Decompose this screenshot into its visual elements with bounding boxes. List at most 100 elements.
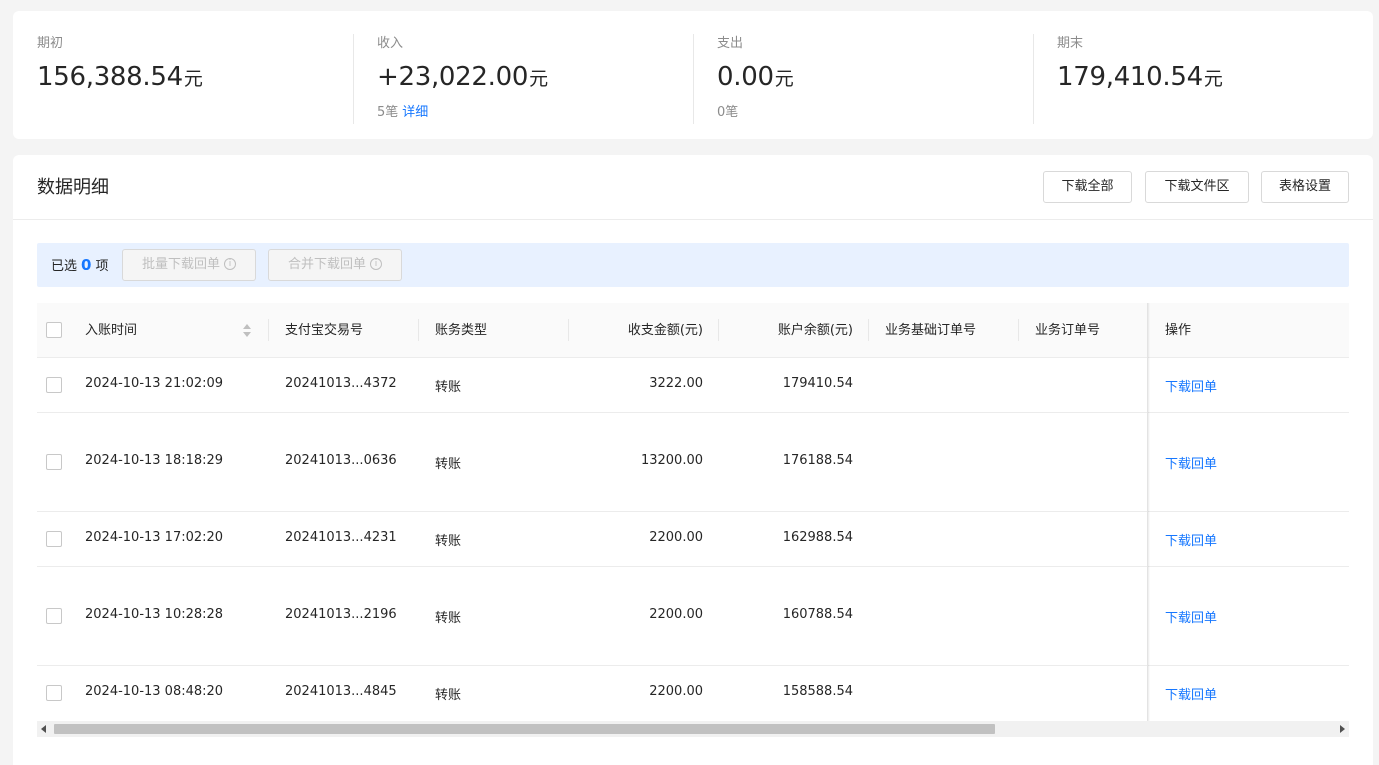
download-receipt-link[interactable]: 下载回单 — [1165, 530, 1217, 549]
stat-income-count: 5笔 — [377, 105, 399, 120]
download-files-button[interactable]: 下载文件区 — [1145, 171, 1249, 203]
stat-expense-sub: 0笔 — [717, 104, 1057, 122]
scrollbar-thumb[interactable] — [54, 724, 995, 734]
cell-time: 2024-10-13 10:28:28 — [85, 607, 224, 622]
cell-trade-no: 20241013...2196 — [285, 607, 397, 622]
col-balance: 账户余额(元) — [777, 323, 853, 338]
column-divider — [418, 319, 419, 341]
scroll-left-arrow-icon[interactable] — [41, 725, 46, 733]
download-receipt-link[interactable]: 下载回单 — [1165, 376, 1217, 395]
cell-amount: 3222.00 — [649, 376, 703, 391]
column-divider — [868, 319, 869, 341]
column-divider — [718, 319, 719, 341]
table-row: 2024-10-13 17:02:20 20241013...4231 转账 2… — [37, 512, 1349, 567]
selection-status: 已选 0 项 — [51, 255, 108, 274]
scroll-right-arrow-icon[interactable] — [1340, 725, 1345, 733]
column-divider — [568, 319, 569, 341]
stat-expense-value: 0.00元 — [717, 60, 1057, 96]
merge-download-button[interactable]: 合并下载回单 i — [268, 249, 402, 281]
summary-card: 期初 156,388.54元 收入 +23,022.00元 5笔 详细 支出 0.… — [13, 11, 1373, 139]
fixed-column-shadow — [1148, 303, 1150, 723]
cell-balance: 158588.54 — [782, 684, 853, 699]
stat-closing-unit: 元 — [1203, 68, 1223, 90]
sort-down-icon — [243, 332, 251, 337]
download-receipt-link[interactable]: 下载回单 — [1165, 453, 1217, 472]
stat-divider — [353, 34, 354, 124]
stat-opening-unit: 元 — [183, 68, 203, 90]
stat-opening: 期初 156,388.54元 — [37, 34, 377, 124]
row-checkbox[interactable] — [46, 685, 62, 701]
stat-closing-label: 期末 — [1057, 36, 1084, 51]
cell-trade-no: 20241013...4231 — [285, 530, 397, 545]
column-divider — [268, 319, 269, 341]
stat-closing: 期末 179,410.54元 — [1033, 34, 1379, 124]
row-checkbox[interactable] — [46, 454, 62, 470]
batch-download-label: 批量下载回单 — [141, 257, 220, 272]
cell-trade-no: 20241013...4845 — [285, 684, 397, 699]
stat-closing-value: 179,410.54元 — [1057, 60, 1379, 96]
table-header: 入账时间 支付宝交易号 账务类型 收支金额(元) 账户余额(元) 业务基础订单号… — [37, 303, 1349, 358]
cell-time: 2024-10-13 21:02:09 — [85, 376, 224, 391]
batch-download-button[interactable]: 批量下载回单 i — [122, 249, 256, 281]
sort-icon[interactable] — [243, 324, 251, 338]
cell-type: 转账 — [435, 457, 462, 472]
selection-bar: 已选 0 项 批量下载回单 i 合并下载回单 i — [37, 243, 1349, 287]
stat-income-label: 收入 — [377, 36, 404, 51]
download-all-button[interactable]: 下载全部 — [1043, 171, 1132, 203]
selection-suffix: 项 — [95, 259, 109, 274]
cell-balance: 176188.54 — [782, 453, 853, 468]
cell-trade-no: 20241013...4372 — [285, 376, 397, 391]
cell-time: 2024-10-13 17:02:20 — [85, 530, 224, 545]
info-icon: i — [224, 257, 236, 270]
income-detail-link[interactable]: 详细 — [402, 105, 428, 120]
cell-type: 转账 — [435, 534, 462, 549]
row-checkbox[interactable] — [46, 531, 62, 547]
table-row: 2024-10-13 08:48:20 20241013...4845 转账 2… — [37, 666, 1349, 723]
stat-expense-unit: 元 — [774, 68, 794, 90]
panel-title: 数据明细 — [37, 177, 109, 198]
column-divider — [1018, 319, 1019, 341]
table-row: 2024-10-13 18:18:29 20241013...0636 转账 1… — [37, 413, 1349, 512]
cell-amount: 13200.00 — [640, 453, 703, 468]
cell-balance: 160788.54 — [782, 607, 853, 622]
cell-balance: 179410.54 — [782, 376, 853, 391]
col-action: 操作 — [1165, 323, 1192, 338]
row-checkbox[interactable] — [46, 377, 62, 393]
row-checkbox[interactable] — [46, 608, 62, 624]
cell-time: 2024-10-13 08:48:20 — [85, 684, 224, 699]
table-settings-button[interactable]: 表格设置 — [1261, 171, 1349, 203]
stat-income-sub: 5笔 详细 — [377, 104, 717, 122]
sort-up-icon — [243, 324, 251, 329]
horizontal-scrollbar[interactable] — [37, 721, 1349, 737]
col-type: 账务类型 — [435, 323, 488, 338]
col-amount: 收支金额(元) — [627, 323, 703, 338]
stat-expense-label: 支出 — [717, 36, 744, 51]
stat-closing-amount: 179,410.54 — [1057, 62, 1203, 92]
stat-expense-count: 0笔 — [717, 105, 739, 120]
select-all-checkbox[interactable] — [46, 322, 62, 338]
stat-opening-label: 期初 — [37, 36, 64, 51]
download-receipt-link[interactable]: 下载回单 — [1165, 684, 1217, 703]
stat-expense: 支出 0.00元 0笔 — [693, 34, 1057, 124]
cell-type: 转账 — [435, 380, 462, 395]
stat-opening-value: 156,388.54元 — [37, 60, 377, 96]
cell-amount: 2200.00 — [649, 607, 703, 622]
selection-count: 0 — [81, 256, 92, 274]
stat-divider — [1033, 34, 1034, 124]
table-row: 2024-10-13 21:02:09 20241013...4372 转账 3… — [37, 358, 1349, 413]
cell-amount: 2200.00 — [649, 530, 703, 545]
cell-balance: 162988.54 — [782, 530, 853, 545]
stat-income-amount: +23,022.00 — [377, 62, 529, 92]
stat-opening-amount: 156,388.54 — [37, 62, 183, 92]
download-receipt-link[interactable]: 下载回单 — [1165, 607, 1217, 626]
col-base-order: 业务基础订单号 — [885, 323, 977, 338]
table-row: 2024-10-13 10:28:28 20241013...2196 转账 2… — [37, 567, 1349, 666]
col-trade-no: 支付宝交易号 — [285, 323, 364, 338]
cell-amount: 2200.00 — [649, 684, 703, 699]
info-icon: i — [370, 257, 382, 270]
col-time[interactable]: 入账时间 — [85, 303, 137, 358]
stat-income-value: +23,022.00元 — [377, 60, 717, 96]
cell-time: 2024-10-13 18:18:29 — [85, 453, 224, 468]
selection-prefix: 已选 — [51, 259, 78, 274]
stat-income: 收入 +23,022.00元 5笔 详细 — [353, 34, 717, 124]
